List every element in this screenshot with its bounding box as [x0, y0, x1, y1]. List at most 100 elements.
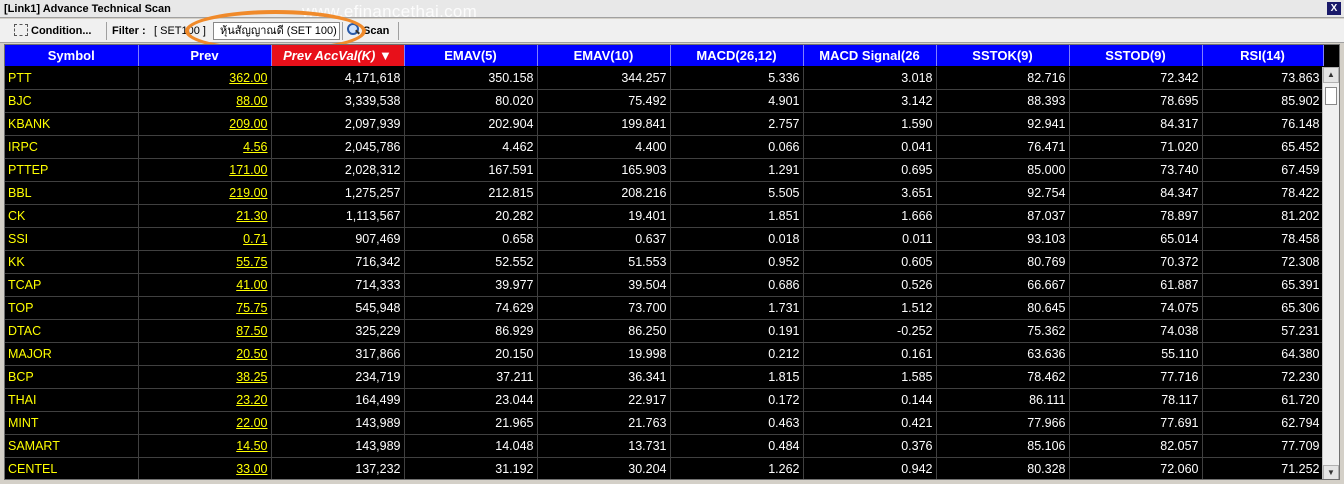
cell-emav10: 22.917: [537, 388, 671, 412]
table-row[interactable]: CK 21.30 1,113,567 20.282 19.401 1.851 1.666 87…: [5, 204, 1324, 228]
column-header-emav10[interactable]: EMAV(10): [537, 45, 671, 67]
table-row[interactable]: MINT 22.00 143,989 21.965 21.763 0.463 0.421 77…: [5, 411, 1324, 435]
table-row[interactable]: PTT 362.00 4,171,618 350.158 344.257 5.336 3.0…: [5, 66, 1324, 90]
cell-sstod: 84.317: [1069, 112, 1203, 136]
scroll-down-arrow-icon[interactable]: ▼: [1323, 465, 1339, 479]
cell-prev[interactable]: 20.50: [138, 342, 272, 366]
cell-prev[interactable]: 0.71: [138, 227, 272, 251]
table-row[interactable]: DTAC 87.50 325,229 86.929 86.250 0.191 -0.252 7…: [5, 319, 1324, 343]
cell-prev[interactable]: 219.00: [138, 181, 272, 205]
cell-prev[interactable]: 75.75: [138, 296, 272, 320]
table-row[interactable]: BCP 38.25 234,719 37.211 36.341 1.815 1.585 78.…: [5, 365, 1324, 389]
cell-prev[interactable]: 14.50: [138, 434, 272, 458]
column-header-prev[interactable]: Prev: [138, 45, 272, 67]
cell-symbol: TCAP: [5, 273, 139, 297]
cell-symbol: CENTEL: [5, 457, 139, 479]
cell-prev-accval: 1,275,257: [271, 181, 405, 205]
cell-symbol: TOP: [5, 296, 139, 320]
cell-rsi: 71.252: [1202, 457, 1324, 479]
cell-sstok: 80.645: [936, 296, 1070, 320]
cell-emav5: 20.150: [404, 342, 538, 366]
filter-select[interactable]: หุ้นสัญญาณดี (SET 100): [213, 22, 340, 40]
table-row[interactable]: SSI 0.71 907,469 0.658 0.637 0.018 0.011 93.103…: [5, 227, 1324, 251]
cell-sstod: 77.716: [1069, 365, 1203, 389]
cell-emav10: 86.250: [537, 319, 671, 343]
search-icon: [346, 23, 360, 37]
cell-prev-accval: 143,989: [271, 411, 405, 435]
column-header-sstok[interactable]: SSTOK(9): [936, 45, 1070, 67]
cell-macd: 1.731: [670, 296, 804, 320]
vertical-scrollbar[interactable]: ▲ ▼: [1322, 67, 1339, 479]
cell-sstok: 82.716: [936, 66, 1070, 90]
cell-prev[interactable]: 209.00: [138, 112, 272, 136]
cell-prev[interactable]: 23.20: [138, 388, 272, 412]
cell-prev[interactable]: 33.00: [138, 457, 272, 479]
cell-symbol: PTT: [5, 66, 139, 90]
cell-prev-accval: 907,469: [271, 227, 405, 251]
cell-emav5: 212.815: [404, 181, 538, 205]
table-row[interactable]: BJC 88.00 3,339,538 80.020 75.492 4.901 3.142 8…: [5, 89, 1324, 113]
cell-sstod: 77.691: [1069, 411, 1203, 435]
cell-sstok: 63.636: [936, 342, 1070, 366]
cell-rsi: 76.148: [1202, 112, 1324, 136]
cell-prev-accval: 164,499: [271, 388, 405, 412]
cell-macd-signal: 0.041: [803, 135, 937, 159]
table-row[interactable]: IRPC 4.56 2,045,786 4.462 4.400 0.066 0.041 76.…: [5, 135, 1324, 159]
cell-macd-signal: 0.605: [803, 250, 937, 274]
table-row[interactable]: SAMART 14.50 143,989 14.048 13.731 0.484 0.376…: [5, 434, 1324, 458]
cell-symbol: BCP: [5, 365, 139, 389]
table-row[interactable]: TOP 75.75 545,948 74.629 73.700 1.731 1.512 80.…: [5, 296, 1324, 320]
column-header-macd[interactable]: MACD(26,12): [670, 45, 804, 67]
cell-prev[interactable]: 38.25: [138, 365, 272, 389]
column-header-prev-accval[interactable]: Prev AccVal(K) ▼: [271, 45, 405, 67]
cell-emav5: 31.192: [404, 457, 538, 479]
scroll-thumb[interactable]: [1325, 87, 1337, 105]
cell-prev[interactable]: 362.00: [138, 66, 272, 90]
window-title: [Link1] Advance Technical Scan: [4, 3, 171, 15]
table-row[interactable]: KBANK 209.00 2,097,939 202.904 199.841 2.757 1…: [5, 112, 1324, 136]
cell-symbol: BJC: [5, 89, 139, 113]
cell-sstod: 72.060: [1069, 457, 1203, 479]
cell-rsi: 73.863: [1202, 66, 1324, 90]
cell-prev[interactable]: 87.50: [138, 319, 272, 343]
scroll-up-arrow-icon[interactable]: ▲: [1323, 67, 1339, 83]
cell-prev-accval: 2,028,312: [271, 158, 405, 182]
cell-sstok: 80.769: [936, 250, 1070, 274]
cell-macd: 0.212: [670, 342, 804, 366]
table-row[interactable]: KK 55.75 716,342 52.552 51.553 0.952 0.605 80.7…: [5, 250, 1324, 274]
table-row[interactable]: THAI 23.20 164,499 23.044 22.917 0.172 0.144 86…: [5, 388, 1324, 412]
table-row[interactable]: MAJOR 20.50 317,866 20.150 19.998 0.212 0.161 6…: [5, 342, 1324, 366]
table-row[interactable]: PTTEP 171.00 2,028,312 167.591 165.903 1.291 0…: [5, 158, 1324, 182]
cell-prev[interactable]: 55.75: [138, 250, 272, 274]
cell-emav5: 0.658: [404, 227, 538, 251]
cell-prev[interactable]: 21.30: [138, 204, 272, 228]
column-header-symbol[interactable]: Symbol: [5, 45, 139, 67]
cell-sstod: 72.342: [1069, 66, 1203, 90]
cell-emav5: 39.977: [404, 273, 538, 297]
cell-emav10: 19.998: [537, 342, 671, 366]
cell-prev-accval: 137,232: [271, 457, 405, 479]
cell-emav5: 4.462: [404, 135, 538, 159]
cell-prev[interactable]: 22.00: [138, 411, 272, 435]
condition-button[interactable]: Condition...: [14, 22, 91, 40]
cell-macd-signal: 1.590: [803, 112, 937, 136]
cell-emav10: 36.341: [537, 365, 671, 389]
results-grid: Symbol Prev Prev AccVal(K) ▼ EMAV(5) EMA…: [4, 44, 1340, 480]
table-row[interactable]: BBL 219.00 1,275,257 212.815 208.216 5.505 3.6…: [5, 181, 1324, 205]
column-header-macd-signal[interactable]: MACD Signal(26: [803, 45, 937, 67]
cell-symbol: MAJOR: [5, 342, 139, 366]
table-row[interactable]: TCAP 41.00 714,333 39.977 39.504 0.686 0.526 66…: [5, 273, 1324, 297]
cell-macd: 0.018: [670, 227, 804, 251]
column-header-emav5[interactable]: EMAV(5): [404, 45, 538, 67]
cell-prev[interactable]: 171.00: [138, 158, 272, 182]
cell-prev[interactable]: 4.56: [138, 135, 272, 159]
column-header-rsi[interactable]: RSI(14): [1202, 45, 1324, 67]
cell-prev[interactable]: 41.00: [138, 273, 272, 297]
scan-button[interactable]: Scan: [346, 22, 389, 40]
close-button[interactable]: X: [1327, 2, 1341, 15]
table-row[interactable]: CENTEL 33.00 137,232 31.192 30.204 1.262 0.942…: [5, 457, 1324, 479]
cell-prev[interactable]: 88.00: [138, 89, 272, 113]
cell-macd: 1.851: [670, 204, 804, 228]
column-header-sstod[interactable]: SSTOD(9): [1069, 45, 1203, 67]
cell-sstok: 75.362: [936, 319, 1070, 343]
